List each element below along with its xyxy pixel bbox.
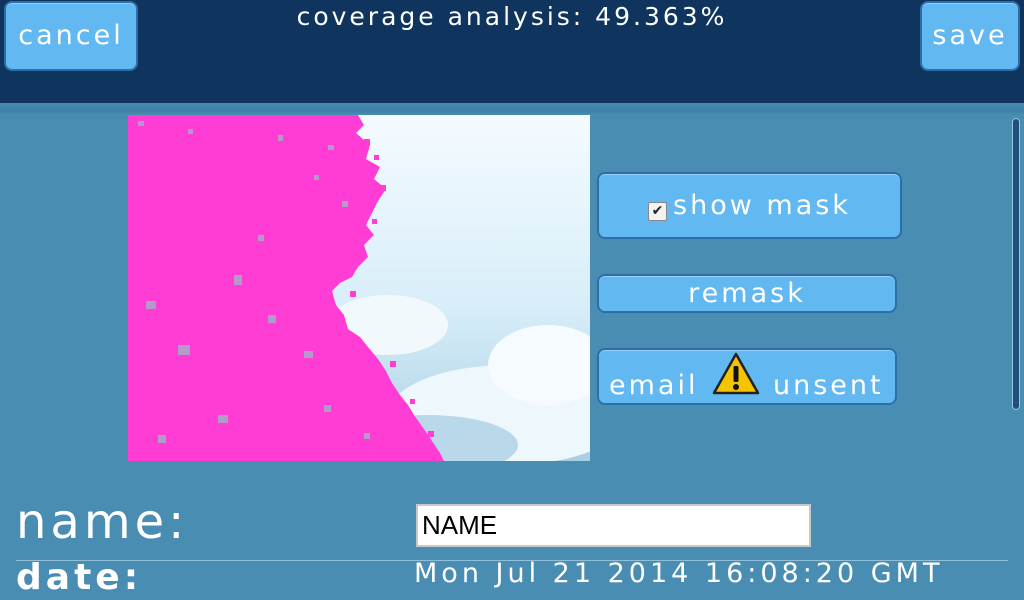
date-value: Mon Jul 21 2014 16:08:20 GMT xyxy=(414,558,944,589)
name-label: name: xyxy=(16,494,189,550)
scrollbar[interactable] xyxy=(1012,118,1020,410)
email-label: email xyxy=(609,370,699,401)
show-mask-checkbox[interactable]: ✔ xyxy=(648,202,668,221)
header-divider xyxy=(0,103,1024,115)
date-label: date: xyxy=(16,557,143,598)
show-mask-button[interactable]: ✔ show mask xyxy=(597,172,902,239)
show-mask-label: show mask xyxy=(673,190,851,221)
mask-preview-image xyxy=(128,115,590,461)
cancel-button[interactable]: cancel xyxy=(4,1,138,71)
warning-icon xyxy=(712,352,760,395)
top-bar: coverage analysis: 49.363% cancel save xyxy=(0,0,1024,103)
name-input[interactable] xyxy=(416,504,811,547)
coverage-title: coverage analysis: 49.363% xyxy=(296,2,728,31)
email-button[interactable]: email unsent xyxy=(597,348,897,405)
email-status-label: unsent xyxy=(773,370,884,401)
save-button[interactable]: save xyxy=(920,1,1020,71)
remask-button[interactable]: remask xyxy=(597,274,897,313)
